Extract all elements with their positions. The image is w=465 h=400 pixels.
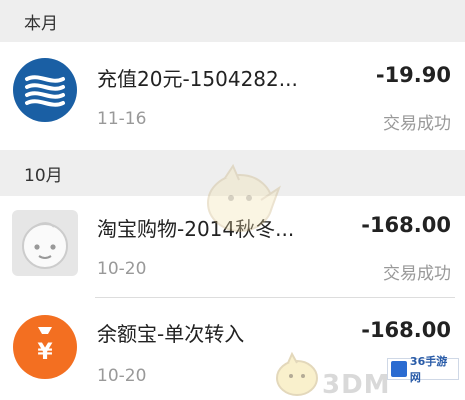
yuebao-symbol: ¥ <box>37 340 53 365</box>
transaction-date: 10-20 <box>97 259 147 279</box>
transaction-amount: -168.00 <box>361 213 451 237</box>
mascot-watermark-icon <box>207 163 281 232</box>
transaction-amount: -19.90 <box>375 63 451 87</box>
transaction-status: 交易成功 <box>383 114 451 134</box>
taobao-face-icon <box>12 210 78 276</box>
badge-logo-icon <box>391 361 407 377</box>
transaction-title: 充值20元-1504282... <box>97 67 298 91</box>
yuebao-money-bag-icon: ¥ <box>13 315 77 379</box>
section-header-label: 10月 <box>24 165 63 186</box>
transaction-date: 10-20 <box>97 366 147 386</box>
transaction-amount: -168.00 <box>361 318 451 342</box>
transaction-row-recharge[interactable]: 充值20元-1504282... -19.90 11-16 交易成功 <box>0 45 465 145</box>
transaction-status: 交易成功 <box>383 264 451 284</box>
transaction-date: 11-16 <box>97 109 147 129</box>
china-mobile-logo-icon <box>13 58 77 122</box>
section-header-label: 本月 <box>24 13 58 34</box>
mascot-watermark-small-icon <box>276 351 318 396</box>
watermark-3dm: 3DM <box>322 370 391 400</box>
badge-label: 36手游网 <box>409 355 448 384</box>
watermark-badge: 36手游网 <box>387 355 459 384</box>
transaction-row-yuebao[interactable]: ¥ 余额宝-单次转入 -168.00 10-20 <box>0 298 465 400</box>
transaction-title: 余额宝-单次转入 <box>97 322 245 346</box>
section-header-this-month: 本月 <box>0 0 465 42</box>
